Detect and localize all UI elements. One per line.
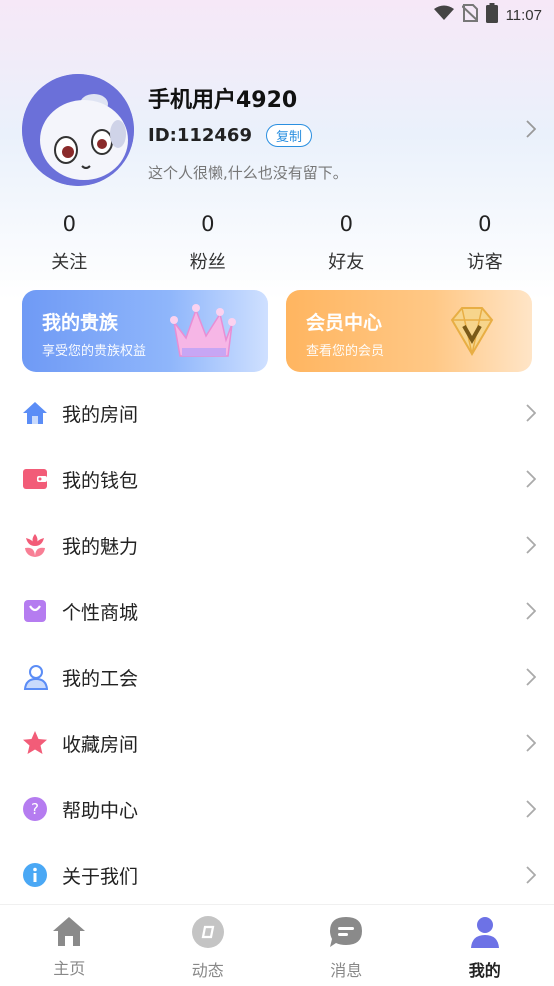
tab-label: 我的 (468, 961, 501, 980)
clock: 11:07 (505, 6, 542, 24)
menu-label: 我的钱包 (62, 469, 139, 492)
chevron-right-icon (526, 602, 537, 624)
user-id: ID:112469 (148, 125, 252, 146)
guild-icon (22, 664, 48, 690)
noble-card-title: 我的贵族 (42, 312, 119, 334)
vip-card[interactable]: 会员中心 查看您的会员 (286, 290, 532, 372)
id-row: ID:112469 复制 (148, 124, 312, 147)
wifi-icon (433, 5, 454, 25)
noble-card-subtitle: 享受您的贵族权益 (42, 344, 147, 359)
compass-icon (191, 915, 225, 953)
tab-feed[interactable]: 动态 (139, 905, 278, 986)
tab-label: 主页 (53, 959, 86, 978)
menu-label: 我的房间 (62, 403, 139, 426)
menu-label: 我的工会 (62, 667, 139, 690)
tab-home[interactable]: 主页 (0, 905, 139, 986)
star-icon (22, 730, 48, 756)
menu-label: 关于我们 (62, 865, 139, 888)
noble-card[interactable]: 我的贵族 享受您的贵族权益 (22, 290, 268, 372)
menu-label: 我的魅力 (62, 535, 139, 558)
settings-menu: 我的房间 我的钱包 我的魅力 个性商城 我的工会 收藏房间 ? 帮助中心 关于我… (0, 380, 554, 908)
menu-item-store[interactable]: 个性商城 (0, 578, 554, 644)
chevron-right-icon (526, 536, 537, 558)
stat-value: 0 (62, 212, 76, 236)
vip-card-subtitle: 查看您的会员 (306, 344, 385, 359)
profile-tab-icon (468, 915, 502, 953)
info-icon (22, 862, 48, 888)
home-icon (22, 400, 48, 426)
stat-value: 0 (201, 212, 215, 236)
chevron-right-icon (526, 404, 537, 426)
bottom-tab-bar: 主页 动态 消息 我的 (0, 904, 554, 986)
stat-visitors[interactable]: 0 访客 (416, 208, 554, 278)
stats-row: 0 关注 0 粉丝 0 好友 0 访客 (0, 208, 554, 278)
stat-value: 0 (478, 212, 492, 236)
stat-following[interactable]: 0 关注 (0, 208, 139, 278)
diamond-icon (442, 300, 502, 364)
profile-header[interactable]: 手机用户4920 ID:112469 复制 这个人很懒,什么也没有留下。 (0, 72, 554, 192)
home-tab-icon (51, 915, 87, 951)
feature-cards: 我的贵族 享受您的贵族权益 会员中心 查看您的会员 (22, 290, 532, 372)
menu-item-guild[interactable]: 我的工会 (0, 644, 554, 710)
vip-card-title: 会员中心 (306, 312, 383, 334)
avatar[interactable] (22, 74, 134, 186)
stat-friends[interactable]: 0 好友 (277, 208, 416, 278)
stat-label: 访客 (466, 252, 503, 273)
chevron-right-icon (526, 734, 537, 756)
menu-label: 帮助中心 (62, 799, 139, 822)
chevron-right-icon (526, 470, 537, 492)
tab-label: 消息 (330, 961, 363, 980)
menu-label: 收藏房间 (62, 733, 139, 756)
tab-profile[interactable]: 我的 (416, 905, 554, 986)
svg-text:?: ? (31, 800, 39, 818)
shopping-bag-icon (22, 598, 48, 624)
no-sim-icon (460, 4, 479, 26)
message-icon (328, 915, 364, 953)
menu-item-about[interactable]: 关于我们 (0, 842, 554, 908)
stat-label: 关注 (51, 252, 88, 273)
chevron-right-icon (526, 120, 537, 142)
flower-icon (22, 532, 48, 558)
menu-label: 个性商城 (62, 601, 139, 624)
username: 手机用户4920 (148, 88, 298, 113)
stat-label: 粉丝 (189, 252, 226, 273)
menu-item-my-room[interactable]: 我的房间 (0, 380, 554, 446)
status-bar: 11:07 (0, 0, 554, 30)
tab-label: 动态 (191, 961, 224, 980)
menu-item-wallet[interactable]: 我的钱包 (0, 446, 554, 512)
wallet-icon (22, 466, 48, 492)
help-icon: ? (22, 796, 48, 822)
menu-item-help[interactable]: ? 帮助中心 (0, 776, 554, 842)
tab-messages[interactable]: 消息 (277, 905, 416, 986)
crown-icon (168, 300, 238, 364)
menu-item-charm[interactable]: 我的魅力 (0, 512, 554, 578)
chevron-right-icon (526, 668, 537, 690)
chevron-right-icon (526, 866, 537, 888)
stat-value: 0 (339, 212, 353, 236)
signature: 这个人很懒,什么也没有留下。 (148, 164, 348, 182)
menu-item-favorites[interactable]: 收藏房间 (0, 710, 554, 776)
copy-id-button[interactable]: 复制 (265, 124, 312, 147)
stat-label: 好友 (328, 252, 365, 273)
stat-fans[interactable]: 0 粉丝 (139, 208, 278, 278)
battery-icon (485, 3, 498, 27)
chevron-right-icon (526, 800, 537, 822)
